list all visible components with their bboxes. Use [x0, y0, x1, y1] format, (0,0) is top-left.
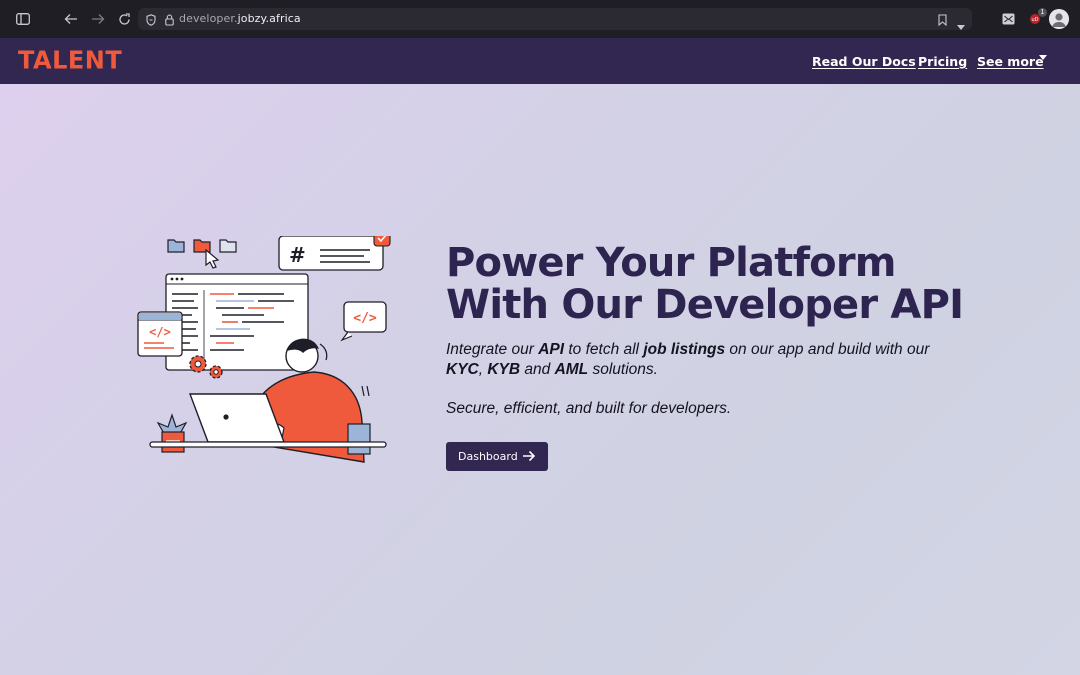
browser-toolbar: developer.jobzy.africa uD 1 [0, 0, 1080, 38]
hero-title-line-2: With Our Developer API [446, 282, 964, 328]
sidebar-icon[interactable] [13, 9, 33, 29]
hero-title-line-1: Power Your Platform [446, 240, 896, 286]
dashboard-button[interactable]: Dashboard [446, 442, 548, 471]
svg-text:uD: uD [1031, 17, 1038, 23]
bookmark-icon[interactable] [938, 13, 947, 31]
arrow-right-icon [522, 449, 536, 466]
lock-icon[interactable] [165, 13, 174, 31]
logo[interactable]: TALENT [18, 45, 122, 74]
extension-badge: 1 [1038, 8, 1047, 17]
hero-title: Power Your Platform With Our Developer A… [446, 242, 1046, 326]
back-icon[interactable] [61, 9, 81, 29]
nav-link-see-more[interactable]: See more [977, 54, 1044, 69]
url-text: developer.jobzy.africa [179, 12, 301, 25]
svg-text:#: # [289, 243, 306, 267]
profile-icon[interactable] [1049, 9, 1069, 29]
chevron-down-icon[interactable] [957, 17, 965, 35]
dashboard-button-label: Dashboard [458, 450, 518, 463]
nav-link-pricing[interactable]: Pricing [918, 54, 967, 69]
address-bar[interactable]: developer.jobzy.africa [138, 8, 972, 30]
reload-icon[interactable] [114, 9, 134, 29]
svg-text:</>: </> [353, 311, 377, 326]
shield-icon[interactable] [146, 13, 156, 31]
hero-description: Integrate our API to fetch all job listi… [446, 341, 930, 378]
nav-link-docs[interactable]: Read Our Docs [812, 54, 916, 69]
forward-icon[interactable] [88, 9, 108, 29]
developer-illustration-icon: # </> </> [137, 236, 391, 463]
site-navbar: TALENT Read Our Docs Pricing See more [0, 38, 1080, 84]
chevron-down-icon[interactable] [1039, 55, 1047, 60]
extension-icon[interactable] [998, 9, 1018, 29]
hero-section: # </> </> Power Your Platform With Our D… [0, 84, 1080, 675]
hero-tagline: Secure, efficient, and built for develop… [446, 400, 732, 417]
svg-text:</>: </> [149, 325, 171, 339]
